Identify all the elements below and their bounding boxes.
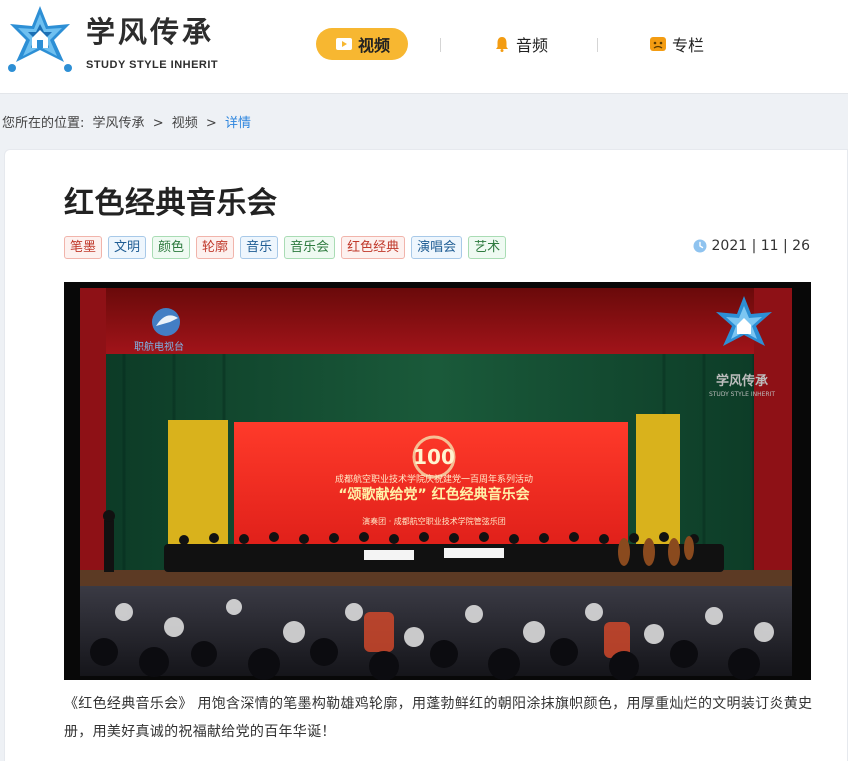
star-logo-icon	[8, 6, 72, 72]
screen-number: 100	[413, 445, 455, 469]
right-watermark-en: STUDY STYLE INHERIT	[709, 391, 775, 398]
clock-icon	[693, 239, 706, 253]
tag[interactable]: 轮廓	[196, 236, 235, 259]
nav-item-video[interactable]: 视频	[316, 28, 409, 60]
play-icon	[336, 38, 352, 50]
right-watermark-cn: 学风传承	[716, 373, 768, 389]
tag[interactable]: 音乐	[240, 236, 279, 259]
nav-item-audio[interactable]: 音频	[494, 28, 548, 60]
station-logo-icon	[152, 308, 180, 336]
bell-icon	[496, 37, 508, 52]
breadcrumb-section-link[interactable]: 视频	[172, 116, 198, 131]
breadcrumb-prefix: 您所在的位置:	[2, 116, 85, 131]
tag[interactable]: 颜色	[152, 236, 191, 259]
screen-line-2: “颂歌献给党” 红色经典音乐会	[338, 486, 530, 503]
station-watermark: 职航电视台	[134, 340, 184, 353]
site-logo[interactable]: 学风传承 STUDY STYLE INHERIT	[2, 4, 232, 76]
logo-text-cn: 学风传承	[86, 15, 215, 49]
site-header: 学风传承 STUDY STYLE INHERIT 视频 音频 专栏	[0, 0, 848, 94]
video-player[interactable]: 100 成都航空职业技术学院庆祝建党一百周年系列活动 “颂歌献给党” 红色经典音…	[64, 282, 811, 680]
nav-item-column[interactable]: 专栏	[650, 28, 704, 60]
article-caption: 《红色经典音乐会》 用饱含深情的笔墨构勒雄鸡轮廓，用蓬勃鲜红的朝阳涂抹旗帜颜色，…	[64, 696, 813, 740]
tag[interactable]: 笔墨	[64, 236, 103, 259]
nav-label: 视频	[358, 36, 391, 55]
screen-line-1: 成都航空职业技术学院庆祝建党一百周年系列活动	[335, 473, 533, 485]
tag[interactable]: 红色经典	[341, 236, 406, 259]
nav-divider	[597, 38, 598, 52]
tag[interactable]: 音乐会	[284, 236, 336, 259]
article-card: 红色经典音乐会 笔墨 文明 颜色 轮廓 音乐 音乐会 红色经典 演唱会 艺术 2…	[4, 149, 848, 761]
nav-label: 专栏	[672, 36, 705, 55]
article-title: 红色经典音乐会	[64, 186, 278, 221]
nav-divider	[440, 38, 441, 52]
publish-date-text: 2021 | 11 | 26	[711, 238, 811, 254]
breadcrumb-separator: >	[152, 116, 164, 131]
video-frame: 100 成都航空职业技术学院庆祝建党一百周年系列活动 “颂歌献给党” 红色经典音…	[64, 282, 811, 680]
tag[interactable]: 文明	[108, 236, 147, 259]
nav-label: 音频	[516, 36, 549, 55]
breadcrumb-current: 详情	[224, 116, 251, 131]
tag-list: 笔墨 文明 颜色 轮廓 音乐 音乐会 红色经典 演唱会 艺术	[64, 236, 507, 260]
logo-text-en: STUDY STYLE INHERIT	[86, 59, 219, 71]
breadcrumb-home-link[interactable]: 学风传承	[93, 116, 145, 131]
breadcrumb: 您所在的位置: 学风传承 > 视频 > 详情	[2, 112, 255, 131]
screen-line-3: 演奏团 · 成都航空职业技术学院管弦乐团	[362, 516, 506, 526]
tag[interactable]: 艺术	[468, 236, 507, 259]
column-icon	[650, 37, 666, 51]
tag[interactable]: 演唱会	[411, 236, 463, 259]
breadcrumb-separator: >	[205, 116, 217, 131]
publish-date: 2021 | 11 | 26	[693, 238, 811, 254]
